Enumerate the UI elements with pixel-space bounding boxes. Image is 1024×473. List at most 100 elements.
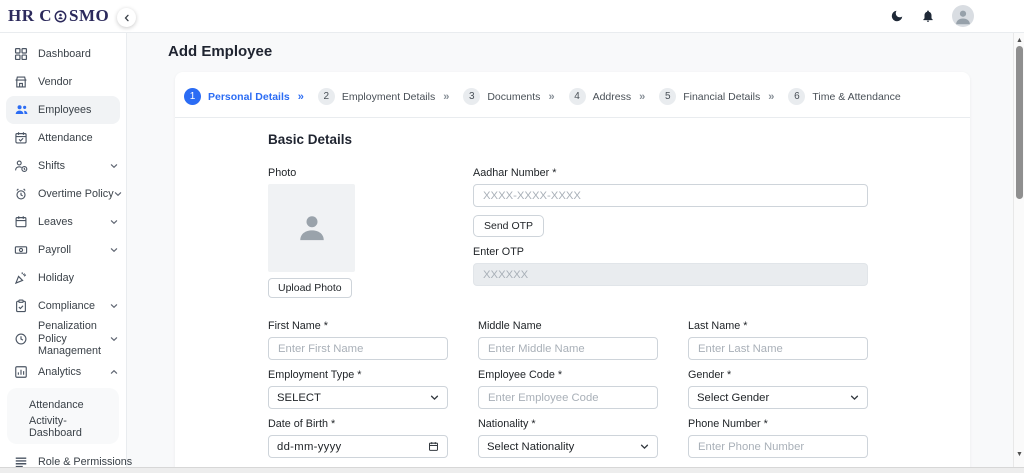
sidebar-item-leaves[interactable]: Leaves — [0, 208, 126, 236]
sidebar-item-label: Penalization Policy Management — [38, 320, 110, 359]
sidebar-item-label: Shifts — [38, 160, 65, 173]
step-financial-details[interactable]: 5 Financial Details » — [659, 88, 774, 105]
sidebar-subitem-label: Attendance — [29, 399, 84, 411]
sidebar-item-label: Analytics — [38, 366, 81, 379]
step-number: 5 — [659, 88, 676, 105]
sidebar-item-shifts[interactable]: Shifts — [0, 152, 126, 180]
chevron-down-icon — [110, 162, 118, 170]
clock-icon — [14, 332, 29, 346]
select-value: Select Nationality — [487, 441, 574, 453]
date-of-birth-label: Date of Birth * — [268, 418, 448, 430]
chevron-down-icon — [640, 442, 649, 451]
sidebar-item-label: Compliance — [38, 300, 95, 313]
topbar: HR CSMO — [0, 0, 1024, 33]
nationality-select[interactable]: Select Nationality — [478, 435, 658, 458]
chevron-down-icon — [110, 302, 118, 310]
form-row: Employment Type * SELECT Employee Code *… — [268, 369, 868, 409]
logo-o-icon — [54, 10, 67, 23]
sidebar-item-holiday[interactable]: Holiday — [0, 264, 126, 292]
step-label: Financial Details — [683, 91, 760, 103]
sidebar-item-dashboard[interactable]: Dashboard — [0, 40, 126, 68]
employment-type-label: Employment Type * — [268, 369, 448, 381]
sidebar-item-label: Dashboard — [38, 48, 91, 61]
date-of-birth-input[interactable]: dd-mm-yyyy — [268, 435, 448, 458]
notifications-bell-icon[interactable] — [921, 9, 935, 23]
step-label: Employment Details — [342, 91, 435, 103]
phone-number-label: Phone Number * — [688, 418, 868, 430]
vertical-scrollbar[interactable]: ▲ ▼ — [1013, 33, 1024, 467]
upload-photo-button[interactable]: Upload Photo — [268, 278, 352, 298]
aadhar-number-label: Aadhar Number * — [473, 167, 868, 179]
basic-details-form: Photo Upload Photo Aadhar Number * Send … — [268, 167, 868, 473]
calendar-icon — [14, 215, 29, 229]
step-employment-details[interactable]: 2 Employment Details » — [318, 88, 450, 105]
page-title: Add Employee — [168, 43, 272, 60]
step-personal-details[interactable]: 1 Personal Details » — [184, 88, 304, 105]
add-employee-card: 1 Personal Details » 2 Employment Detail… — [175, 72, 970, 473]
employees-people-icon — [14, 103, 29, 117]
phone-number-input[interactable] — [688, 435, 868, 458]
sidebar-item-label: Employees — [38, 104, 91, 117]
step-address[interactable]: 4 Address » — [569, 88, 646, 105]
section-title: Basic Details — [268, 132, 970, 147]
person-silhouette-icon — [290, 206, 334, 250]
sidebar-item-employees[interactable]: Employees — [6, 96, 120, 124]
nationality-label: Nationality * — [478, 418, 658, 430]
calendar-check-icon — [14, 131, 29, 145]
step-label: Documents — [487, 91, 540, 103]
employee-code-label: Employee Code * — [478, 369, 658, 381]
employment-type-select[interactable]: SELECT — [268, 386, 448, 409]
step-number: 4 — [569, 88, 586, 105]
sidebar: Dashboard Vendor Employees Attendance Sh… — [0, 33, 127, 467]
sidebar-item-compliance[interactable]: Compliance — [0, 292, 126, 320]
chevron-down-icon — [110, 218, 118, 226]
sidebar-item-analytics[interactable]: Analytics — [0, 358, 126, 386]
sidebar-item-payroll[interactable]: Payroll — [0, 236, 126, 264]
form-row: Date of Birth * dd-mm-yyyy Nationality *… — [268, 418, 868, 458]
step-number: 3 — [463, 88, 480, 105]
alarm-clock-icon — [14, 187, 29, 201]
step-label: Personal Details — [208, 91, 290, 103]
party-popper-icon — [14, 271, 29, 285]
otp-input[interactable] — [473, 263, 868, 286]
sidebar-subitem-activity-dashboard[interactable]: Activity-Dashboard — [7, 416, 119, 438]
select-value: Select Gender — [697, 392, 769, 404]
last-name-input[interactable] — [688, 337, 868, 360]
dashboard-icon — [14, 47, 29, 61]
sidebar-collapse-button[interactable] — [117, 8, 136, 27]
step-separator-icon: » — [548, 91, 554, 103]
dark-mode-moon-icon[interactable] — [890, 9, 904, 23]
first-name-input[interactable] — [268, 337, 448, 360]
chevron-down-icon — [110, 335, 118, 343]
horizontal-scrollbar[interactable] — [0, 467, 1024, 473]
main-content: Add Employee 1 Personal Details » 2 Empl… — [127, 33, 1014, 473]
sidebar-item-attendance[interactable]: Attendance — [0, 124, 126, 152]
scroll-up-arrow-icon[interactable]: ▲ — [1015, 35, 1024, 45]
step-number: 1 — [184, 88, 201, 105]
gender-label: Gender * — [688, 369, 868, 381]
middle-name-label: Middle Name — [478, 320, 658, 332]
step-time-attendance[interactable]: 6 Time & Attendance — [788, 88, 900, 105]
sidebar-subitem-attendance[interactable]: Attendance — [7, 394, 119, 416]
photo-placeholder — [268, 184, 355, 272]
gender-select[interactable]: Select Gender — [688, 386, 868, 409]
employee-code-input[interactable] — [478, 386, 658, 409]
form-row: First Name * Middle Name Last Name * — [268, 320, 868, 360]
sidebar-item-penalization-policy-management[interactable]: Penalization Policy Management — [0, 320, 126, 358]
scroll-down-arrow-icon[interactable]: ▼ — [1015, 449, 1024, 459]
step-label: Time & Attendance — [812, 91, 900, 103]
sidebar-item-vendor[interactable]: Vendor — [0, 68, 126, 96]
middle-name-input[interactable] — [478, 337, 658, 360]
step-documents[interactable]: 3 Documents » — [463, 88, 554, 105]
sidebar-item-overtime-policy[interactable]: Overtime Policy — [0, 180, 126, 208]
aadhar-number-input[interactable] — [473, 184, 868, 207]
bar-chart-icon — [14, 365, 29, 379]
user-avatar[interactable] — [952, 5, 974, 27]
enter-otp-label: Enter OTP — [473, 246, 868, 258]
person-clock-icon — [14, 159, 29, 173]
send-otp-button[interactable]: Send OTP — [473, 215, 544, 237]
last-name-label: Last Name * — [688, 320, 868, 332]
vertical-scrollbar-thumb[interactable] — [1016, 46, 1023, 199]
topbar-actions — [890, 5, 1024, 27]
divider — [175, 117, 970, 118]
